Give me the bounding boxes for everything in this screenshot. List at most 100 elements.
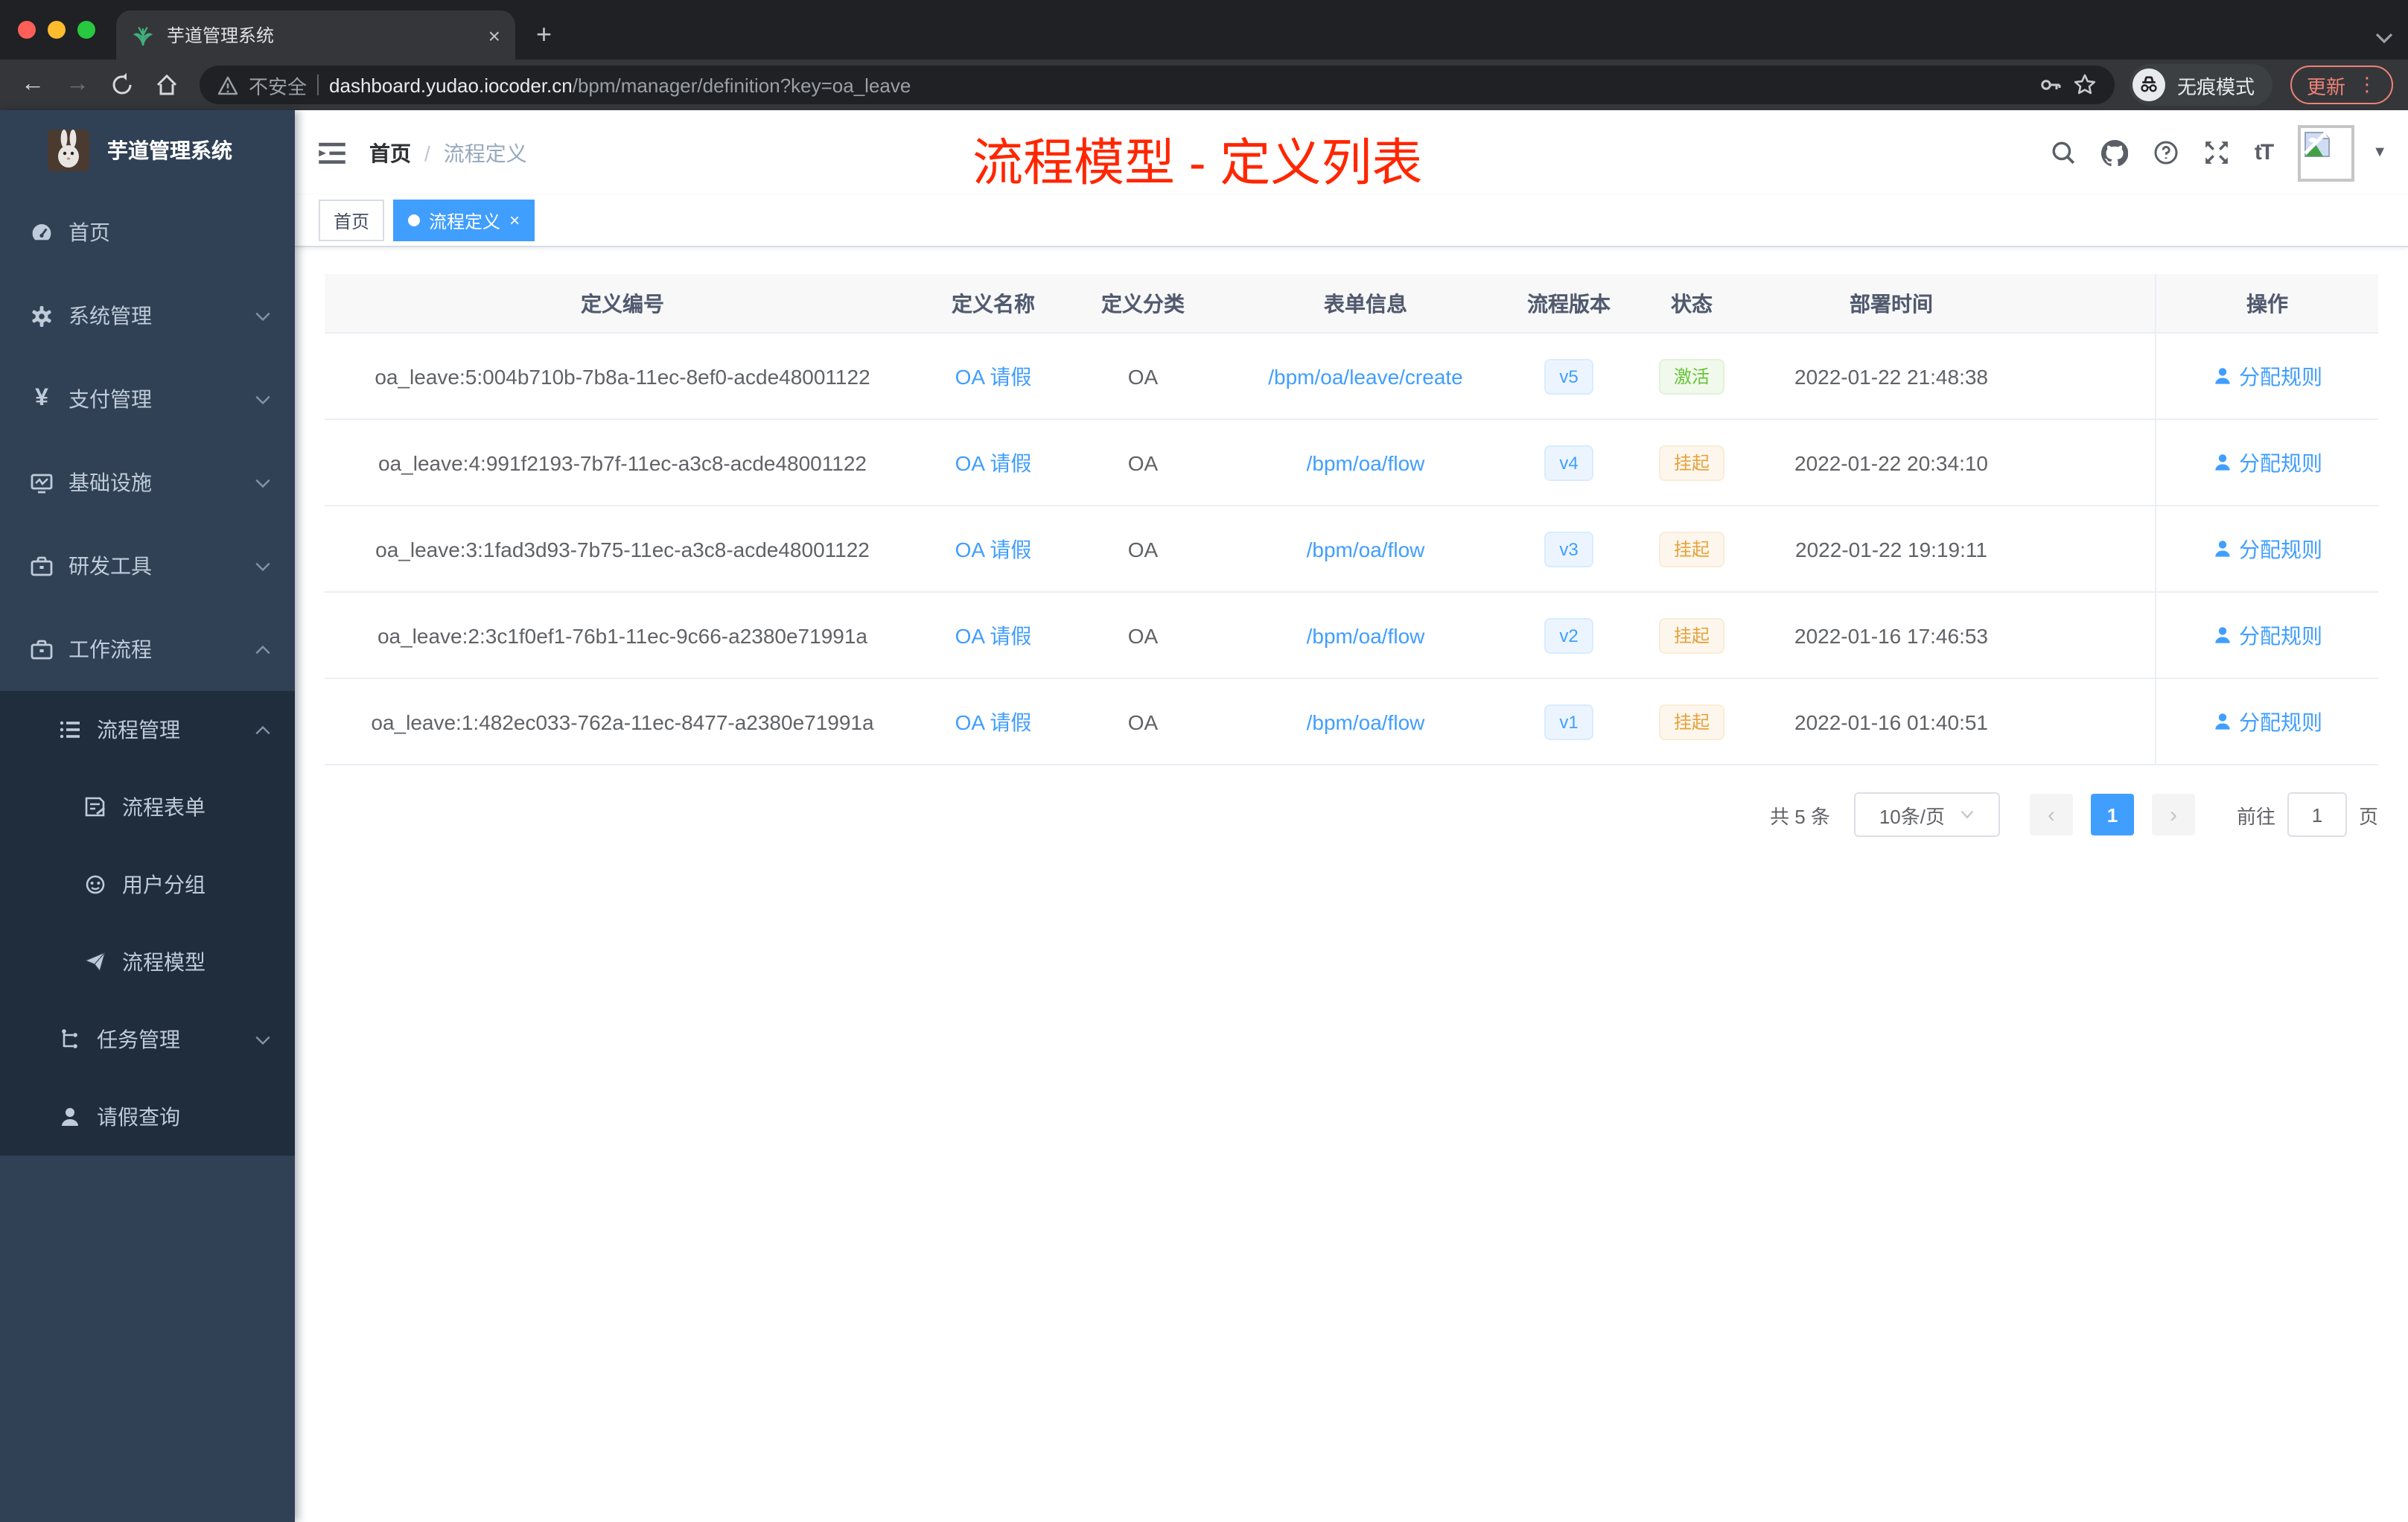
sidebar-item-label: 用户分组 — [122, 873, 206, 897]
form-link[interactable]: /bpm/oa/flow — [1307, 450, 1425, 474]
col-header-name: 定义名称 — [952, 291, 1035, 315]
window-minimize-button[interactable] — [48, 21, 66, 39]
sidebar-item-leave-query[interactable]: 请假查询 — [0, 1078, 295, 1156]
window-close-button[interactable] — [18, 21, 36, 39]
sidebar-item-label: 请假查询 — [97, 1105, 180, 1129]
back-button[interactable]: ← — [15, 67, 51, 103]
password-key-icon[interactable] — [2039, 73, 2063, 97]
page-size-select[interactable]: 10条/页 — [1853, 792, 2000, 837]
status-badge: 挂起 — [1658, 617, 1724, 653]
browser-tab[interactable]: 芋道管理系统 × — [116, 10, 515, 60]
form-link[interactable]: /bpm/oa/flow — [1307, 623, 1425, 647]
sidebar-item-dev-tools[interactable]: 研发工具 — [0, 524, 295, 608]
status-badge: 挂起 — [1658, 445, 1724, 480]
url-bar[interactable]: 不安全 dashboard.yudao.iocoder.cn/bpm/manag… — [200, 66, 2115, 104]
search-icon[interactable] — [2051, 140, 2076, 165]
window-zoom-button[interactable] — [77, 21, 95, 39]
sidebar-item-process-model[interactable]: 流程模型 — [0, 923, 295, 1001]
sidebar-item-system[interactable]: 系统管理 — [0, 274, 295, 357]
cell-definition-id: oa_leave:4:991f2193-7b7f-11ec-a3c8-acde4… — [378, 450, 867, 474]
breadcrumb-home[interactable]: 首页 — [369, 138, 411, 168]
assign-rule-button[interactable]: 分配规则 — [2212, 448, 2322, 477]
avatar[interactable] — [2298, 124, 2355, 181]
cell-definition-id: oa_leave:2:3c1f0ef1-76b1-11ec-9c66-a2380… — [377, 623, 867, 647]
browser-update-chip[interactable]: 更新 ⋮ — [2290, 66, 2393, 104]
definition-name-link[interactable]: OA 请假 — [955, 361, 1032, 391]
gear-icon — [30, 304, 54, 328]
bookmark-star-icon[interactable] — [2073, 73, 2097, 97]
definition-name-link[interactable]: OA 请假 — [955, 534, 1032, 564]
tab-close-icon[interactable]: × — [488, 25, 500, 45]
sidebar-item-home[interactable]: 首页 — [0, 191, 295, 274]
assign-rule-button[interactable]: 分配规则 — [2212, 707, 2322, 736]
security-label[interactable]: 不安全 — [249, 71, 307, 99]
tag-close-icon[interactable]: × — [509, 210, 520, 231]
home-button[interactable] — [149, 67, 185, 103]
font-size-icon[interactable]: tT — [2255, 140, 2274, 165]
header-actions: tT ▼ — [2051, 124, 2387, 181]
next-page-button[interactable]: › — [2151, 794, 2195, 835]
definition-name-link[interactable]: OA 请假 — [955, 620, 1032, 650]
chevron-up-icon — [255, 725, 271, 735]
cell-deploy-time: 2022-01-16 01:40:51 — [1794, 710, 1988, 733]
fullscreen-icon[interactable] — [2204, 140, 2229, 165]
prev-page-button[interactable]: ‹ — [2029, 794, 2073, 835]
main-panel: 定义编号 定义名称 定义分类 表单信息 流程版本 状态 部署时间 操作 oa_l… — [295, 247, 2408, 1522]
update-label[interactable]: 更新 — [2307, 71, 2345, 99]
form-edit-icon — [83, 795, 107, 819]
table-row: oa_leave:4:991f2193-7b7f-11ec-a3c8-acde4… — [325, 420, 2378, 506]
sidebar-item-label: 首页 — [69, 220, 110, 244]
current-page-button[interactable]: 1 — [2090, 794, 2134, 835]
assign-rule-button[interactable]: 分配规则 — [2212, 534, 2322, 564]
sidebar-logo[interactable]: 芋道管理系统 — [0, 110, 295, 191]
sidebar-item-user-group[interactable]: 用户分组 — [0, 846, 295, 923]
sidebar-item-label: 基础设施 — [69, 471, 152, 494]
briefcase-icon — [30, 637, 54, 661]
chevron-up-icon — [255, 644, 271, 655]
github-icon[interactable] — [2100, 139, 2128, 166]
cell-category: OA — [1127, 537, 1159, 561]
help-icon[interactable] — [2153, 140, 2179, 165]
table-row: oa_leave:1:482ec033-762a-11ec-8477-a2380… — [325, 679, 2378, 765]
assign-rule-button[interactable]: 分配规则 — [2212, 620, 2322, 650]
sidebar-item-workflow[interactable]: 工作流程 — [0, 608, 295, 691]
cell-definition-id: oa_leave:1:482ec033-762a-11ec-8477-a2380… — [371, 710, 874, 733]
avatar-caret-icon[interactable]: ▼ — [2372, 144, 2387, 161]
col-header-actions: 操作 — [2155, 274, 2378, 332]
security-warning-icon[interactable] — [217, 75, 238, 95]
sidebar-item-process-form[interactable]: 流程表单 — [0, 768, 295, 846]
cell-definition-id: oa_leave:5:004b710b-7b8a-11ec-8ef0-acde4… — [375, 364, 870, 388]
version-badge: v2 — [1544, 617, 1593, 653]
toolbox-icon — [30, 554, 54, 578]
sidebar-item-label: 研发工具 — [69, 554, 152, 578]
forward-button[interactable]: → — [60, 67, 95, 103]
sidebar-item-label: 流程表单 — [122, 795, 206, 819]
url-divider — [317, 74, 319, 95]
url-text[interactable]: dashboard.yudao.iocoder.cn/bpm/manager/d… — [329, 74, 2028, 96]
definition-name-link[interactable]: OA 请假 — [955, 448, 1032, 477]
goto-page-input[interactable] — [2287, 792, 2347, 837]
page-unit-label: 页 — [2358, 805, 2378, 827]
sidebar-item-infrastructure[interactable]: 基础设施 — [0, 441, 295, 524]
form-link[interactable]: /bpm/oa/flow — [1307, 537, 1425, 561]
hamburger-collapse-icon[interactable] — [319, 141, 345, 165]
sidebar-item-task-management[interactable]: 任务管理 — [0, 1001, 295, 1078]
sidebar-item-process-management[interactable]: 流程管理 — [0, 691, 295, 768]
breadcrumb-current: 流程定义 — [443, 141, 527, 165]
reload-button[interactable] — [104, 67, 140, 103]
sidebar-item-payment[interactable]: ¥ 支付管理 — [0, 357, 295, 441]
url-host: dashboard.yudao.iocoder.cn — [329, 74, 573, 96]
tag-home[interactable]: 首页 — [319, 200, 385, 241]
new-tab-button[interactable]: + — [536, 19, 552, 51]
page-header: 首页 / 流程定义 流程模型 - 定义列表 tT ▼ — [295, 110, 2408, 195]
form-link[interactable]: /bpm/oa/flow — [1307, 710, 1425, 733]
form-link[interactable]: /bpm/oa/leave/create — [1268, 364, 1463, 388]
assign-rule-button[interactable]: 分配规则 — [2212, 361, 2322, 391]
tag-process-definition[interactable]: 流程定义 × — [393, 200, 535, 241]
tab-search-caret-icon[interactable] — [2375, 33, 2393, 45]
chevron-down-icon — [255, 1034, 271, 1045]
browser-menu-icon[interactable]: ⋮ — [2357, 73, 2377, 97]
status-badge: 挂起 — [1658, 531, 1724, 567]
definition-name-link[interactable]: OA 请假 — [955, 707, 1032, 736]
table-row: oa_leave:3:1fad3d93-7b75-11ec-a3c8-acde4… — [325, 506, 2378, 593]
